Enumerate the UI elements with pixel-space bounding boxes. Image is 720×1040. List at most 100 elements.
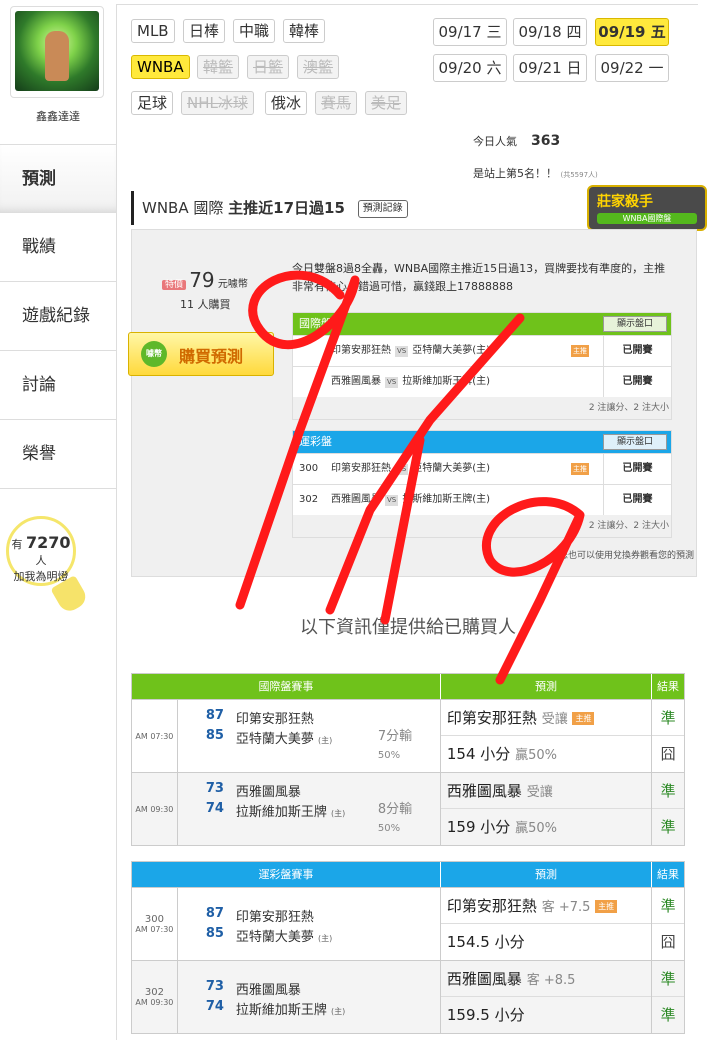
margin-text: 8分輸 xyxy=(377,802,413,817)
grid-header: 國際盤賽事 預測 結果 xyxy=(132,674,684,700)
fans-prefix: 有 xyxy=(11,538,23,551)
grid-header: 運彩盤賽事 預測 結果 xyxy=(132,862,684,888)
main-pick-tag: 主推 xyxy=(595,900,618,913)
nav-discussion[interactable]: 討論 xyxy=(0,350,116,418)
pred-sub: 贏50% xyxy=(515,821,557,836)
sale-tag: 特價 xyxy=(162,280,187,290)
result-cell: 準 準 xyxy=(652,773,685,845)
sport-soccer[interactable]: 足球 xyxy=(131,91,174,115)
vs-icon: VS xyxy=(385,377,399,388)
nav-divider xyxy=(0,488,116,490)
home-team: 亞特蘭大美夢(主) xyxy=(412,345,491,356)
home-team: 拉斯維加斯王牌 (主) xyxy=(236,999,345,1018)
date-0922[interactable]: 09/22 一 xyxy=(595,54,669,82)
margin-pct: 50% xyxy=(377,823,401,834)
header-game: 國際盤賽事 xyxy=(132,674,441,699)
teams-cell: 87 印第安那狂熱 85 亞特蘭大美夢 (主) 7分輸 50% xyxy=(178,700,441,772)
pred-line: 159.5 小分 xyxy=(441,997,651,1033)
date-0917[interactable]: 09/17 三 xyxy=(433,18,507,46)
show-odds-button[interactable]: 顯示盤口 xyxy=(603,316,667,332)
buyers-value: 11 xyxy=(180,298,194,311)
host-mark: (主) xyxy=(331,1007,346,1016)
intl-header-label: 國際盤 xyxy=(299,317,332,330)
nav-record[interactable]: 戰績 xyxy=(0,212,116,280)
sport-wnba[interactable]: WNBA xyxy=(131,55,190,79)
intl-odds-table: 國際盤 顯示盤口 印第安那狂熱 VS 亞特蘭大美夢(主) 主推 已開賽 西雅圖風暴 VS 拉… xyxy=(292,312,672,420)
result-miss: 囧 xyxy=(660,745,676,763)
home-team: 拉斯維加斯王牌(主) xyxy=(402,494,491,505)
buy-label: 購買預測 xyxy=(179,347,244,366)
home-team: 拉斯維加斯王牌 (主) xyxy=(236,801,345,820)
game-code: 302 xyxy=(299,494,319,505)
pred-sub: 客 +8.5 xyxy=(526,973,576,988)
prediction-cell: 印第安那狂熱 受讓 主推 154 小分 贏50% xyxy=(440,700,653,772)
home-team-name: 亞特蘭大美夢 xyxy=(235,732,314,747)
host-mark: (主) xyxy=(318,736,333,745)
sport-khl[interactable]: 俄冰 xyxy=(265,91,308,115)
nav-honor[interactable]: 榮譽 xyxy=(0,419,116,487)
date-0919[interactable]: 09/19 五 xyxy=(595,18,669,46)
sport-cpbl[interactable]: 中職 xyxy=(233,19,276,43)
teams-cell: 73 西雅圖風暴 74 拉斯維加斯王牌 (主) xyxy=(178,961,441,1033)
pred-line: 154 小分 贏50% xyxy=(441,736,651,772)
sport-npb[interactable]: 日棒 xyxy=(183,19,226,43)
away-team: 印第安那狂熱 xyxy=(331,345,391,356)
margin: 7分輸 50% xyxy=(378,728,412,765)
show-odds-button[interactable]: 顯示盤口 xyxy=(603,434,667,450)
game-row: AM 09:30 73 西雅圖風暴 74 拉斯維加斯王牌 (主) 8分輸 50% … xyxy=(132,773,685,845)
game-row: 300 AM 07:30 87 印第安那狂熱 85 亞特蘭大美夢 (主) 印第安那… xyxy=(132,888,685,961)
pred-line: 印第安那狂熱 客 +7.5 主推 xyxy=(440,888,652,924)
buyers-only-notice: 以下資訊僅提供給已購買人 xyxy=(300,617,516,638)
lottery-results-grid: 運彩盤賽事 預測 結果 300 AM 07:30 87 印第安那狂熱 85 亞特蘭… xyxy=(131,861,685,1034)
game-row: AM 07:30 87 印第安那狂熱 85 亞特蘭大美夢 (主) 7分輸 50% … xyxy=(132,700,685,773)
avatar[interactable] xyxy=(10,6,104,98)
sport-mlb[interactable]: MLB xyxy=(131,19,175,43)
pred-line: 印第安那狂熱 受讓 主推 xyxy=(440,700,652,736)
away-team: 印第安那狂熱 xyxy=(331,463,391,474)
avatar-image xyxy=(15,11,99,91)
result-hit: 準 xyxy=(660,1006,676,1024)
host-mark: (主) xyxy=(318,934,333,943)
prediction-cell: 西雅圖風暴 客 +8.5 159.5 小分 xyxy=(440,961,653,1033)
header-game: 運彩盤賽事 xyxy=(132,862,441,887)
sport-nbl: 澳籃 xyxy=(297,55,340,79)
result-cell: 準 囧 xyxy=(652,888,685,960)
away-team: 印第安那狂熱 xyxy=(235,712,314,727)
sport-kbo[interactable]: 韓棒 xyxy=(283,19,326,43)
nav-predict[interactable]: 預測 xyxy=(0,144,116,212)
lottery-row: 300 印第安那狂熱 VS 亞特蘭大美夢(主) 主推 已開賽 xyxy=(293,453,671,484)
sport-bleague: 日籃 xyxy=(247,55,290,79)
result-hit: 準 xyxy=(652,700,685,736)
pred-sub: 受讓 xyxy=(541,712,568,727)
result-hit: 準 xyxy=(652,961,685,997)
pred-total: 154 小分 xyxy=(446,745,511,763)
game-time: AM 09:30 xyxy=(132,773,178,845)
record-button[interactable]: 預測記錄 xyxy=(357,199,408,218)
title-headline: 主推近17日過15 xyxy=(228,199,345,217)
coin-icon: 噱幣 xyxy=(141,341,167,367)
away-team: 西雅圖風暴 xyxy=(331,376,381,387)
result-hit: 準 xyxy=(652,773,685,809)
home-team: 亞特蘭大美夢(主) xyxy=(412,463,491,474)
price: 特價 79 元噱幣 xyxy=(162,268,248,292)
date-0920[interactable]: 09/20 六 xyxy=(433,54,507,82)
fans-counter[interactable]: 有 7270 人 加我為明燈 xyxy=(6,516,76,586)
main-pick-tag: 主推 xyxy=(572,712,595,725)
margin: 8分輸 50% xyxy=(378,801,412,838)
home-score: 74 xyxy=(205,999,224,1014)
pred-sub: 贏50% xyxy=(515,748,557,763)
game-status: 已開賽 xyxy=(603,454,671,484)
game-row: 302 AM 09:30 73 西雅圖風暴 74 拉斯維加斯王牌 (主) 西雅圖風… xyxy=(132,961,685,1033)
fans-suffix: 人 xyxy=(35,554,47,567)
date-0921[interactable]: 09/21 日 xyxy=(513,54,587,82)
nav-game-log[interactable]: 遊戲紀錄 xyxy=(0,281,116,349)
intl-header: 國際盤 顯示盤口 xyxy=(293,313,671,335)
username[interactable]: 鑫鑫達達 xyxy=(0,108,116,124)
home-score: 85 xyxy=(205,728,224,743)
sport-nhl: NHL冰球 xyxy=(181,91,254,115)
voucher-hint[interactable]: 您也可以使用兌換券觀看您的預測 xyxy=(559,548,694,561)
buy-prediction-button[interactable]: 噱幣 購買預測 xyxy=(128,332,274,376)
prediction-cell: 印第安那狂熱 客 +7.5 主推 154.5 小分 xyxy=(440,888,653,960)
price-value: 79 xyxy=(189,268,215,292)
date-0918[interactable]: 09/18 四 xyxy=(513,18,587,46)
